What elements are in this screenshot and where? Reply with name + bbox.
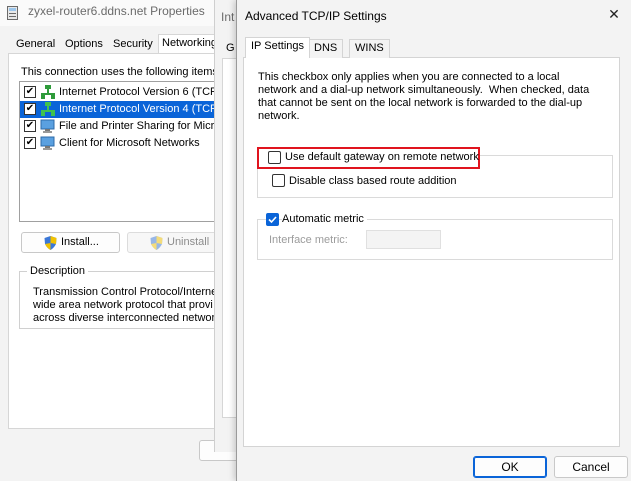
ipv6-checkbox[interactable]: ✔	[24, 86, 36, 98]
install-button[interactable]: Install...	[21, 232, 120, 253]
list-item-label: Client for Microsoft Networks	[59, 137, 200, 149]
automatic-metric-checkbox[interactable]	[266, 213, 279, 226]
interface-metric-input[interactable]	[366, 230, 441, 249]
dialog-title: Advanced TCP/IP Settings	[245, 9, 387, 23]
description-title: Description	[27, 265, 89, 277]
checkmark-icon	[268, 216, 277, 224]
tab-general-ipv4[interactable]: G	[226, 42, 235, 54]
use-default-gateway-row[interactable]: Use default gateway on remote network	[257, 147, 480, 169]
tab-options[interactable]: Options	[62, 36, 106, 54]
list-item-label: Internet Protocol Version 4 (TCP/	[59, 103, 221, 115]
list-item-label: Internet Protocol Version 6 (TCP/	[59, 86, 221, 98]
gateway-info-text: This checkbox only applies when you are …	[258, 71, 590, 122]
list-item-ipv6[interactable]: ✔ Internet Protocol Version 6 (TCP/	[20, 84, 240, 101]
ok-button[interactable]: OK	[473, 456, 547, 478]
uac-shield-icon	[150, 236, 163, 250]
ipv4-properties-title: Int	[221, 10, 235, 24]
disable-class-route-label[interactable]: Disable class based route addition	[289, 175, 457, 187]
file-printer-sharing-checkbox[interactable]: ✔	[24, 120, 36, 132]
description-text: Transmission Control Protocol/Internet w…	[33, 286, 221, 324]
network-connection-icon	[7, 6, 18, 20]
uac-shield-icon	[44, 236, 57, 250]
close-icon[interactable]: ✕	[600, 3, 628, 25]
tab-wins[interactable]: WINS	[349, 39, 390, 58]
tab-general[interactable]: General	[13, 36, 58, 54]
ipv4-properties-panel	[222, 58, 236, 418]
uninstall-label: Uninstall	[167, 236, 210, 248]
connection-items-label: This connection uses the following items…	[21, 66, 221, 78]
cancel-button[interactable]: Cancel	[554, 456, 628, 478]
tab-networking[interactable]: Networking	[158, 34, 222, 54]
automatic-metric-label[interactable]: Automatic metric	[282, 213, 367, 225]
tab-ip-settings[interactable]: IP Settings	[245, 37, 310, 58]
network-protocol-icon	[41, 102, 55, 116]
list-item-client-microsoft-networks[interactable]: ✔ Client for Microsoft Networks	[20, 135, 240, 152]
properties-title: zyxel-router6.ddns.net Properties	[28, 4, 205, 18]
tab-security[interactable]: Security	[110, 36, 156, 54]
file-printer-sharing-icon	[40, 119, 55, 133]
list-item-file-printer-sharing[interactable]: ✔ File and Printer Sharing for Micros	[20, 118, 240, 135]
disable-class-route-checkbox[interactable]	[272, 174, 285, 187]
network-client-icon	[40, 136, 55, 150]
use-default-gateway-label[interactable]: Use default gateway on remote network	[285, 151, 479, 163]
interface-metric-label: Interface metric:	[269, 234, 348, 246]
network-protocol-icon	[41, 85, 55, 99]
client-networks-checkbox[interactable]: ✔	[24, 137, 36, 149]
use-default-gateway-checkbox[interactable]	[268, 151, 281, 164]
ipv4-checkbox[interactable]: ✔	[24, 103, 36, 115]
list-item-label: File and Printer Sharing for Micros	[59, 120, 226, 132]
list-item-ipv4[interactable]: ✔ Internet Protocol Version 4 (TCP/	[20, 101, 240, 118]
tab-dns[interactable]: DNS	[308, 39, 344, 58]
install-label: Install...	[61, 236, 99, 248]
